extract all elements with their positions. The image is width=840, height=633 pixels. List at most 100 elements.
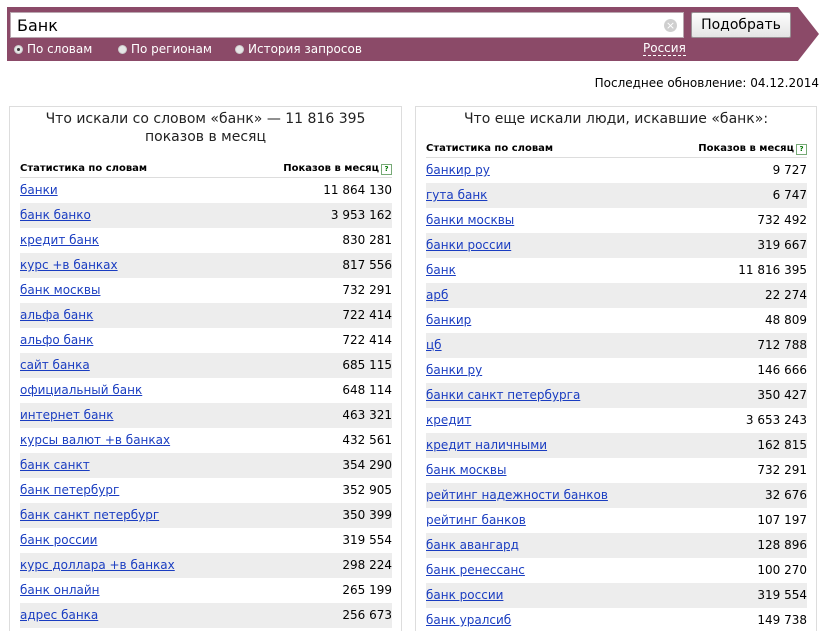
keyword-link[interactable]: банк [426,258,456,283]
shows-count: 685 115 [342,358,392,372]
table-row: официальный банк 648 114 [20,378,392,403]
table-row: банк уралсиб 149 738 [426,608,807,633]
shows-count: 732 291 [757,463,807,477]
keyword-link[interactable]: банк ренессанс [426,558,525,583]
panel-title: Что еще искали люди, искавшие «банк»: [463,111,769,127]
mode-history-radio[interactable]: История запросов [235,42,362,56]
last-update-text: Последнее обновление: 04.12.2014 [594,76,819,90]
keyword-link[interactable]: адрес банка [20,603,98,628]
keyword-link[interactable]: банк авангард [426,533,519,558]
mode-label: История запросов [248,42,362,56]
shows-count: 11 864 130 [323,183,392,197]
keyword-link[interactable]: гута банк [426,183,487,208]
keyword-link[interactable]: официальный банк [20,378,142,403]
shows-count: 146 666 [757,363,807,377]
panel-title: Что искали со словом «банк» — 11 816 395… [45,111,366,145]
shows-column-header: Показов в месяц? [283,162,392,176]
table-row: банк москвы 732 291 [20,278,392,303]
help-icon[interactable]: ? [381,164,392,175]
table-row: банк ренессанс 100 270 [426,558,807,583]
keyword-link[interactable]: альфо банк [20,328,93,353]
shows-count: 319 554 [342,533,392,547]
shows-count: 319 554 [757,588,807,602]
table-row: арб 22 274 [426,283,807,308]
keyword-link[interactable]: интернет банк [20,403,114,428]
keyword-link[interactable]: кредит банк [20,228,99,253]
search-input[interactable] [10,12,684,38]
keyword-link[interactable]: альфа банк [20,303,93,328]
keyword-link[interactable]: банки [20,178,58,203]
keyword-link[interactable]: банк онлайн [20,578,100,603]
table-row: курс доллара +в банках 298 224 [20,553,392,578]
search-submit-button[interactable]: Подобрать [691,12,791,38]
shows-count: 732 291 [342,283,392,297]
shows-count: 712 788 [757,338,807,352]
keyword-link[interactable]: банк москвы [20,278,100,303]
shows-count: 11 816 395 [738,263,807,277]
word-stats-table: Статистика по словам Показов в месяц? ба… [20,161,392,628]
table-header: Статистика по словам Показов в месяц? [426,141,807,158]
keyword-link[interactable]: банки ру [426,358,482,383]
shows-count: 48 809 [765,313,807,327]
clear-icon[interactable]: × [664,19,677,32]
keyword-link[interactable]: банкир ру [426,158,490,183]
table-row: банки москвы 732 492 [426,208,807,233]
related-searches-panel: Что еще искали люди, искавшие «банк»: Ст… [415,106,817,631]
mode-by-words-radio[interactable]: По словам [14,42,92,56]
table-row: банки ру 146 666 [426,358,807,383]
keyword-link[interactable]: арб [426,283,448,308]
region-selector-link[interactable]: Россия [643,41,686,56]
keyword-link[interactable]: банк москвы [426,458,506,483]
keyword-link[interactable]: курс +в банках [20,253,118,278]
help-icon[interactable]: ? [796,144,807,155]
shows-count: 100 270 [757,563,807,577]
shows-count: 22 274 [765,288,807,302]
keyword-link[interactable]: банк уралсиб [426,608,511,633]
keyword-link[interactable]: курс доллара +в банках [20,553,175,578]
keyword-link[interactable]: банки санкт петербурга [426,383,580,408]
shows-count: 817 556 [342,258,392,272]
table-row: банки россии 319 667 [426,233,807,258]
table-row: банк 11 816 395 [426,258,807,283]
table-row: гута банк 6 747 [426,183,807,208]
shows-count: 830 281 [342,233,392,247]
table-row: банк петербург 352 905 [20,478,392,503]
keyword-link[interactable]: кредит [426,408,471,433]
table-row: банкир ру 9 727 [426,158,807,183]
shows-count: 6 747 [772,188,807,202]
keyword-link[interactable]: банк банко [20,203,91,228]
keyword-link[interactable]: банк россии [426,583,503,608]
keyword-link[interactable]: банки россии [426,233,511,258]
table-row: банк москвы 732 291 [426,458,807,483]
table-row: альфо банк 722 414 [20,328,392,353]
shows-count: 3 653 243 [745,413,807,427]
keyword-link[interactable]: сайт банка [20,353,90,378]
table-row: банк россии 319 554 [20,528,392,553]
table-row: рейтинг банков 107 197 [426,508,807,533]
keyword-link[interactable]: банк россии [20,528,97,553]
keyword-link[interactable]: цб [426,333,442,358]
shows-count: 722 414 [342,308,392,322]
keyword-link[interactable]: банки москвы [426,208,514,233]
keyword-link[interactable]: банк петербург [20,478,119,503]
shows-count: 3 953 162 [330,208,392,222]
shows-count: 352 905 [342,483,392,497]
keyword-link[interactable]: банк санкт [20,453,90,478]
keyword-link[interactable]: банкир [426,308,471,333]
keyword-link[interactable]: кредит наличными [426,433,547,458]
shows-count: 463 321 [342,408,392,422]
keyword-link[interactable]: рейтинг банков [426,508,526,533]
mode-by-regions-radio[interactable]: По регионам [118,42,212,56]
table-row: рейтинг надежности банков 32 676 [426,483,807,508]
shows-count: 265 199 [342,583,392,597]
phrase-column-header: Статистика по словам [426,143,554,154]
keyword-link[interactable]: банк санкт петербург [20,503,159,528]
radio-selected-icon [14,45,23,54]
table-row: банк онлайн 265 199 [20,578,392,603]
keyword-link[interactable]: рейтинг надежности банков [426,483,608,508]
shows-count: 32 676 [765,488,807,502]
table-row: альфа банк 722 414 [20,303,392,328]
shows-count: 432 561 [342,433,392,447]
keyword-link[interactable]: курсы валют +в банках [20,428,170,453]
mode-label: По регионам [131,42,212,56]
